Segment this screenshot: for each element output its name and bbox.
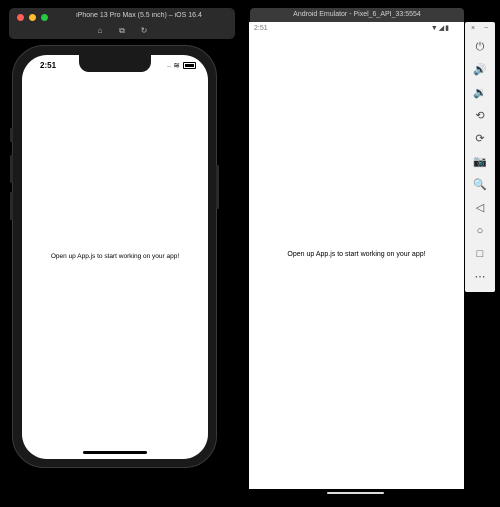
android-app-message: Open up App.js to start working on your … (287, 251, 426, 258)
minimize-window-button[interactable] (29, 14, 36, 21)
ios-status-time: 2:51 (40, 61, 57, 70)
iphone-volume-down-button (10, 192, 13, 220)
volume-up-icon[interactable]: 🔊 (473, 63, 487, 77)
ios-app-message: Open up App.js to start working on your … (50, 253, 180, 260)
android-status-icons: ▼◢▮ (430, 25, 450, 32)
iphone-notch (79, 55, 151, 72)
close-icon[interactable]: × (471, 25, 475, 32)
more-icon[interactable]: ⋯ (473, 270, 487, 284)
android-status-time: 2:51 (254, 25, 268, 32)
overview-icon[interactable]: □ (473, 247, 487, 261)
ios-app-screen[interactable]: 2:51 .... ≋ Open up App.js to start work… (22, 55, 208, 459)
iphone-volume-up-button (10, 155, 13, 183)
rotate-icon[interactable]: ↻ (140, 26, 149, 35)
home-icon[interactable]: ○ (473, 224, 487, 238)
android-emulator-title: Android Emulator - Pixel_6_API_33:5554 (293, 11, 421, 18)
screenshot-icon[interactable]: ⧉ (118, 26, 127, 35)
ios-status-icons: .... ≋ (167, 61, 196, 70)
gesture-handle[interactable] (327, 492, 384, 494)
android-emulator-titlebar[interactable]: Android Emulator - Pixel_6_API_33:5554 (250, 8, 464, 22)
iphone-power-button (216, 165, 219, 209)
home-icon[interactable]: ⌂ (96, 26, 105, 35)
android-navigation-bar (249, 489, 464, 502)
iphone-silent-switch (10, 128, 13, 142)
back-icon[interactable]: ◁ (473, 201, 487, 215)
minimize-icon[interactable]: − (484, 25, 488, 32)
battery-icon (183, 62, 196, 69)
android-status-bar: 2:51 ▼◢▮ (249, 22, 464, 36)
wifi-icon: ≋ (173, 61, 180, 70)
android-app-screen[interactable]: 2:51 ▼◢▮ Open up App.js to start working… (249, 22, 464, 502)
power-icon[interactable]: ⏻ (473, 40, 487, 54)
android-emulator-toolbar: × − ⏻ 🔊 🔉 ⟲ ⟳ 📷 🔍 ◁ ○ □ ⋯ (465, 22, 495, 292)
camera-icon[interactable]: 📷 (473, 155, 487, 169)
desktop: iPhone 13 Pro Max (5.5 inch) – iOS 16.4 … (0, 0, 500, 507)
zoom-icon[interactable]: 🔍 (473, 178, 487, 192)
ios-simulator-titlebar[interactable]: iPhone 13 Pro Max (5.5 inch) – iOS 16.4 … (9, 8, 235, 39)
zoom-window-button[interactable] (41, 14, 48, 21)
home-indicator[interactable] (83, 451, 147, 454)
volume-down-icon[interactable]: 🔉 (473, 86, 487, 100)
ios-simulator-title: iPhone 13 Pro Max (5.5 inch) – iOS 16.4 (76, 12, 202, 19)
close-window-button[interactable] (17, 14, 24, 21)
rotate-left-icon[interactable]: ⟲ (473, 109, 487, 123)
ios-simulator-toolbar: ⌂ ⧉ ↻ (9, 26, 235, 35)
signal-icon: .... (166, 62, 172, 69)
rotate-right-icon[interactable]: ⟳ (473, 132, 487, 146)
